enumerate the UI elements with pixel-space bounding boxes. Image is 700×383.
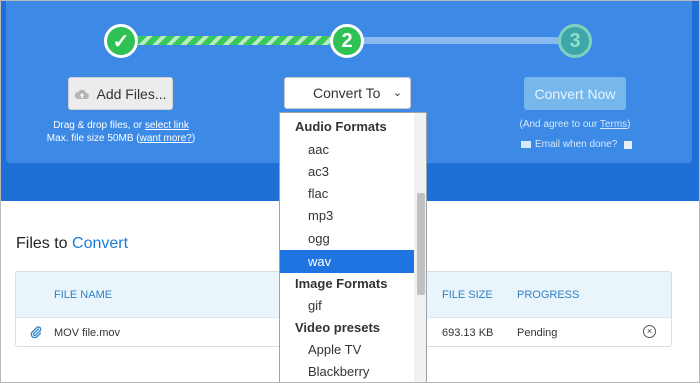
files-heading-accent: Convert [72,235,129,252]
option-apple-tv[interactable]: Apple TV [280,338,414,361]
agree-close: ) [627,119,631,130]
email-label: Email when done? [535,139,618,150]
drag-drop-hint: Drag & drop files, or select link [36,119,206,132]
convert-to-label: Convert To [313,85,381,101]
row-file-size: 693.13 KB [442,327,494,339]
paperclip-icon [30,326,42,338]
cloud-upload-icon [75,89,90,99]
option-mp3[interactable]: mp3 [280,204,414,227]
files-heading-text: Files to [16,235,73,252]
add-files-button[interactable]: Add Files... [68,77,173,110]
column-file-name: FILE NAME [54,289,113,301]
remove-file-icon[interactable]: × [643,325,656,338]
convert-to-select[interactable]: Convert To ⌄ [284,77,411,109]
max-size-text: Max. file size 50MB ( [46,133,140,144]
group-image-formats: Image Formats [295,276,388,291]
column-progress: PROGRESS [517,289,580,301]
email-when-done: Email when done? [521,139,633,150]
want-more-link[interactable]: want more? [140,133,192,144]
agree-terms-note: (And agree to our Terms) [511,119,639,130]
agree-text: (And agree to our [519,119,600,130]
option-wav[interactable]: wav [280,250,414,273]
convert-to-dropdown-list: Audio Formats aac ac3 flac mp3 ogg wav I… [279,112,427,382]
chevron-down-icon: ⌄ [392,87,402,99]
files-heading: Files to Convert [16,235,128,253]
drag-drop-text: Drag & drop files, or [53,120,145,131]
step-3-indicator: 3 [558,24,592,58]
max-size-hint: Max. file size 50MB (want more?) [36,132,206,145]
option-ogg[interactable]: ogg [280,227,414,250]
option-flac[interactable]: flac [280,182,414,205]
row-file-name: MOV file.mov [54,327,121,339]
email-checkbox[interactable] [624,140,633,149]
select-link[interactable]: select link [145,120,189,131]
progress-track-completed [136,36,336,45]
envelope-icon [521,141,531,148]
max-size-close: ) [191,133,196,144]
column-file-size: FILE SIZE [442,289,493,301]
dropdown-scroll-thumb[interactable] [417,193,425,295]
step-1-check-icon: ✓ [104,24,138,58]
option-aac[interactable]: aac [280,138,414,161]
group-video-presets: Video presets [295,320,381,335]
row-progress: Pending [517,327,558,339]
option-gif[interactable]: gif [280,294,414,317]
converter-window: ✓ 2 3 Add Files... Drag & drop files, or… [0,0,700,383]
option-blackberry[interactable]: Blackberry [280,360,414,382]
step-2-indicator: 2 [330,24,364,58]
progress-track-pending [361,37,561,44]
terms-link[interactable]: Terms [600,119,627,130]
option-ac3[interactable]: ac3 [280,160,414,183]
group-audio-formats: Audio Formats [295,119,387,134]
convert-now-button[interactable]: Convert Now [524,77,626,110]
add-files-label: Add Files... [96,85,167,102]
